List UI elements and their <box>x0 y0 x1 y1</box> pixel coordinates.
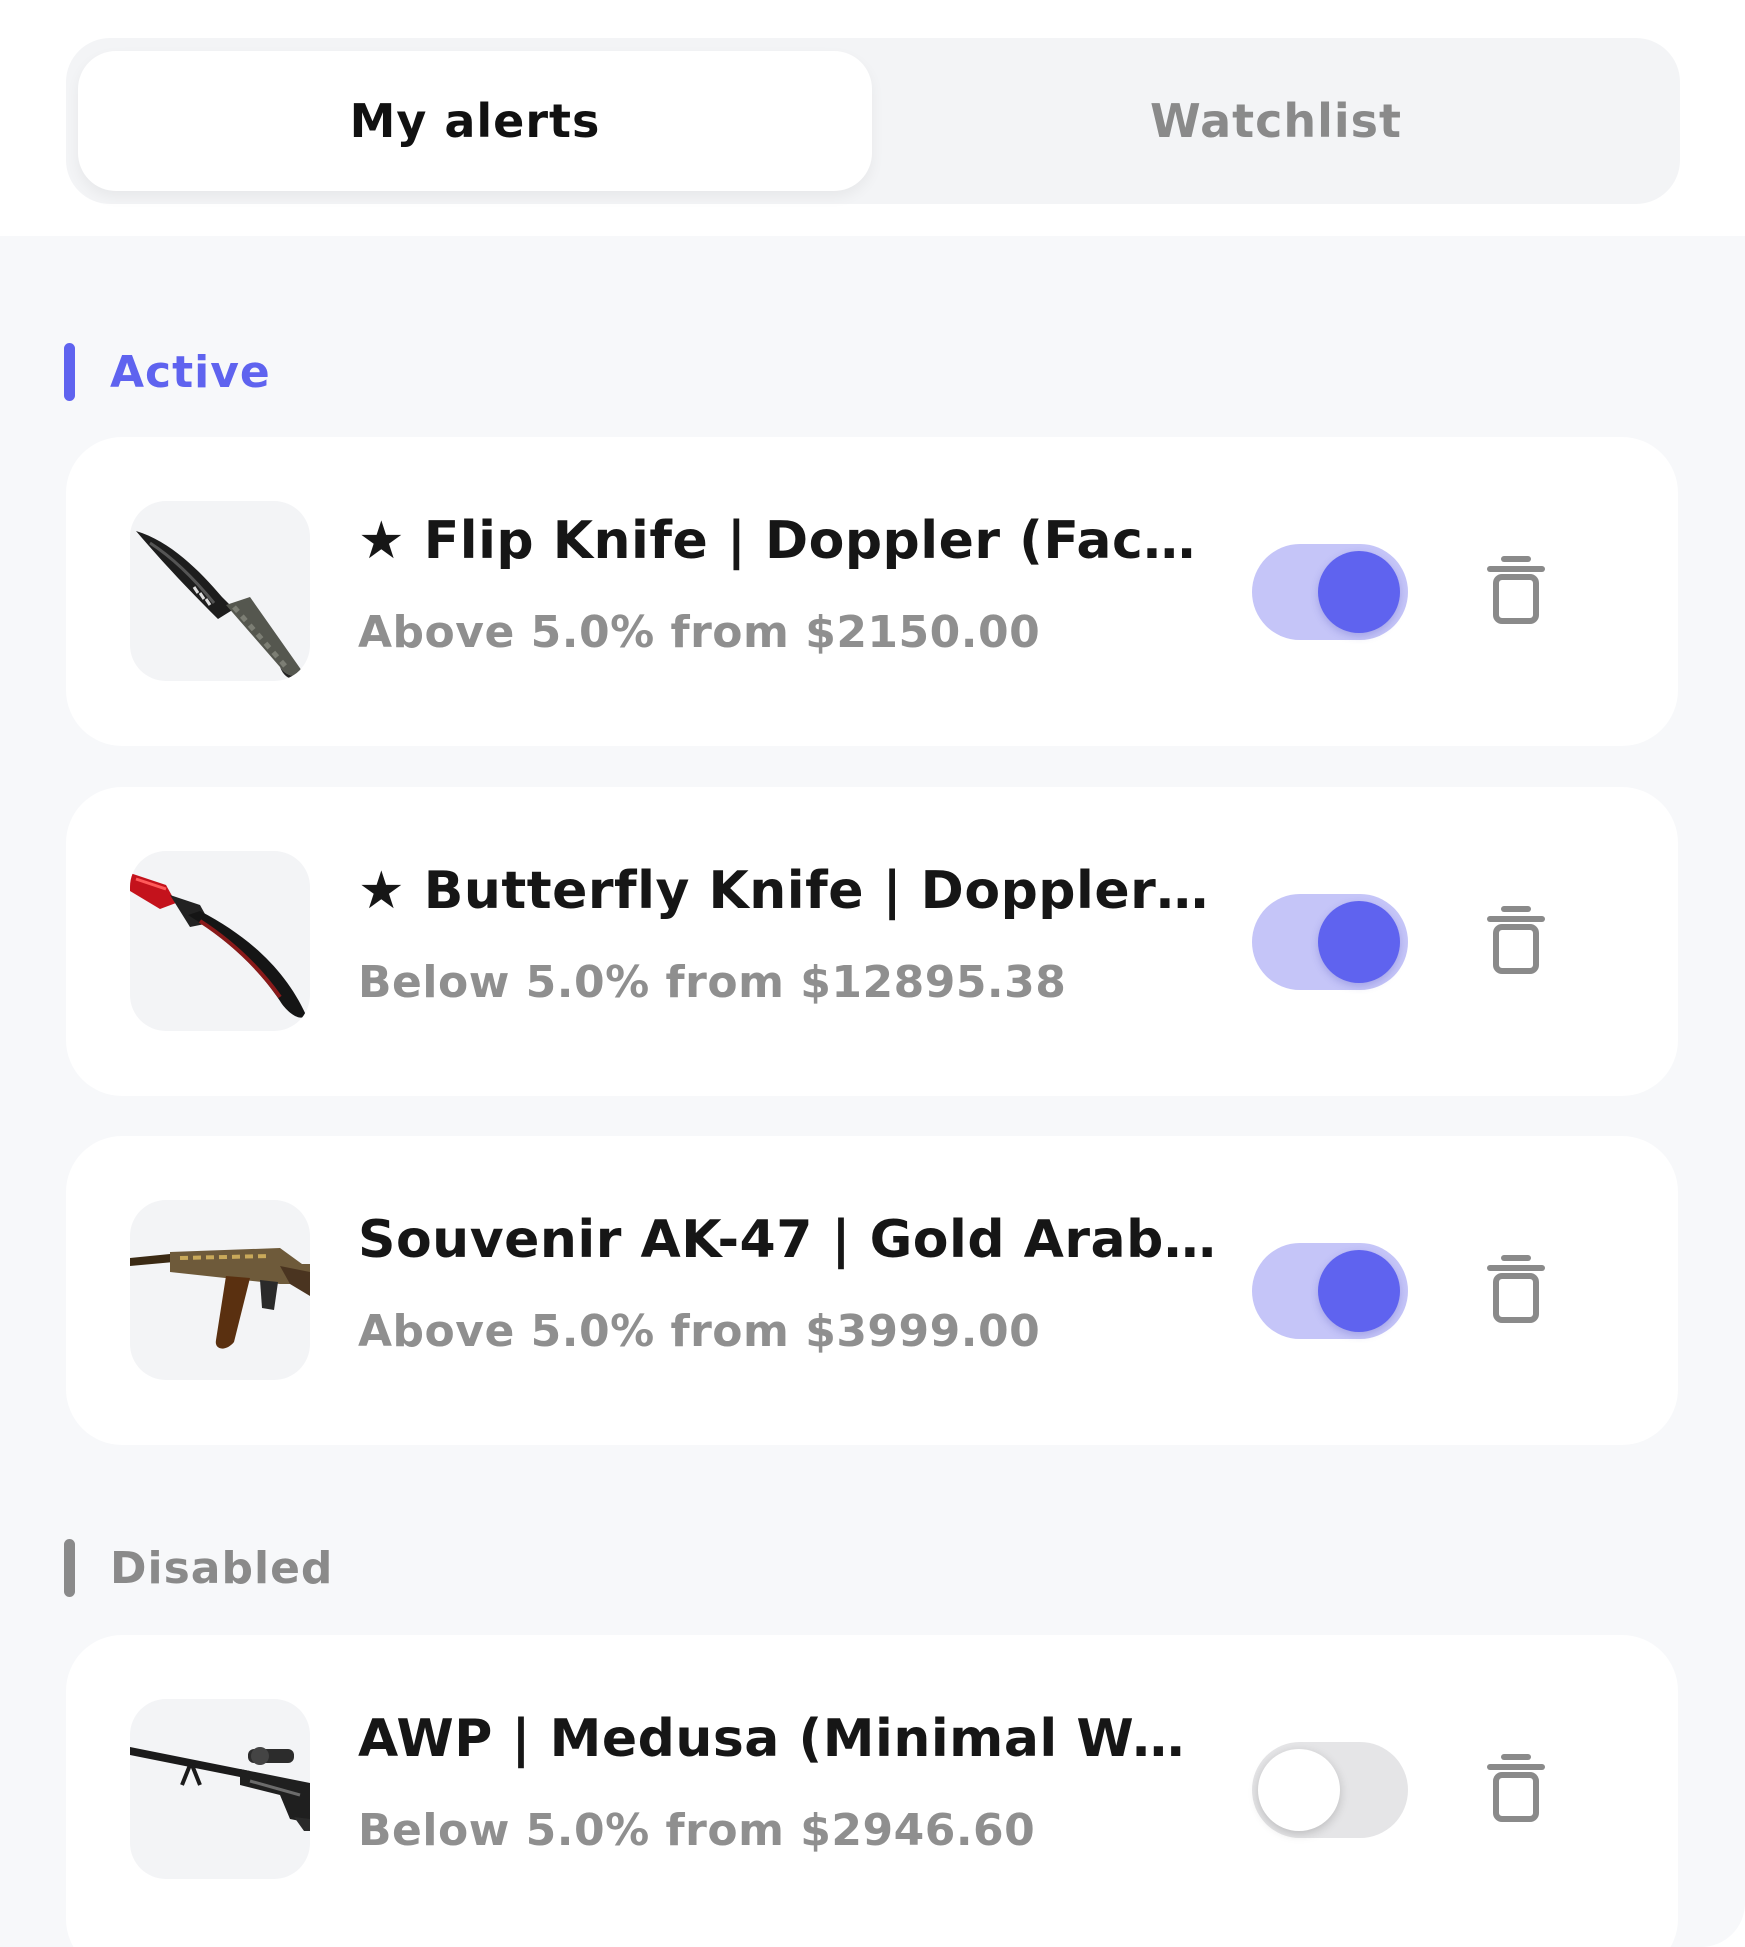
alert-card[interactable]: AWP | Medusa (Minimal Wear) Below 5.0% f… <box>66 1635 1678 1947</box>
flip-knife-icon <box>136 531 302 679</box>
toggle-knob <box>1318 551 1400 633</box>
trash-icon[interactable] <box>1486 1254 1546 1324</box>
alert-toggle[interactable] <box>1252 894 1408 990</box>
section-header-active: Active <box>64 342 271 402</box>
alert-card[interactable]: ★ Flip Knife | Doppler (Factory New) Abo… <box>66 437 1678 746</box>
alert-title: ★ Flip Knife | Doppler (Factory New) <box>358 511 1218 571</box>
alert-toggle[interactable] <box>1252 1742 1408 1838</box>
alert-card[interactable]: ★ Butterfly Knife | Doppler (Factory New… <box>66 787 1678 1096</box>
top-bar: My alerts Watchlist <box>0 0 1745 236</box>
alert-condition: Below 5.0% from $12895.38 <box>358 957 1067 1008</box>
alert-title: Souvenir AK-47 | Gold Arabesque (Factory… <box>358 1210 1218 1270</box>
tab-switcher: My alerts Watchlist <box>66 38 1680 204</box>
alert-card[interactable]: Souvenir AK-47 | Gold Arabesque (Factory… <box>66 1136 1678 1445</box>
tab-watchlist[interactable]: Watchlist <box>872 38 1680 204</box>
item-thumbnail <box>130 501 310 681</box>
alert-title: AWP | Medusa (Minimal Wear) <box>358 1709 1218 1769</box>
section-accent-bar <box>64 343 75 401</box>
toggle-knob <box>1318 1250 1400 1332</box>
alert-toggle[interactable] <box>1252 544 1408 640</box>
toggle-knob <box>1318 901 1400 983</box>
toggle-knob <box>1258 1749 1340 1831</box>
butterfly-knife-icon <box>130 873 306 1018</box>
section-header-disabled: Disabled <box>64 1538 333 1598</box>
alerts-screen: My alerts Watchlist Active ★ Flip Knife … <box>0 0 1745 1947</box>
item-thumbnail <box>130 851 310 1031</box>
awp-sniper-icon <box>130 1747 310 1831</box>
trash-icon[interactable] <box>1486 905 1546 975</box>
alert-toggle[interactable] <box>1252 1243 1408 1339</box>
section-accent-bar <box>64 1539 75 1597</box>
trash-icon[interactable] <box>1486 555 1546 625</box>
ak47-rifle-icon <box>130 1248 310 1349</box>
alert-condition: Above 5.0% from $2150.00 <box>358 607 1041 658</box>
tab-my-alerts[interactable]: My alerts <box>78 51 872 191</box>
section-title: Active <box>110 346 271 398</box>
alert-condition: Below 5.0% from $2946.60 <box>358 1805 1036 1856</box>
item-thumbnail <box>130 1699 310 1879</box>
alert-condition: Above 5.0% from $3999.00 <box>358 1306 1041 1357</box>
alert-title: ★ Butterfly Knife | Doppler (Factory New… <box>358 861 1218 921</box>
trash-icon[interactable] <box>1486 1753 1546 1823</box>
section-title: Disabled <box>110 1542 334 1594</box>
item-thumbnail <box>130 1200 310 1380</box>
